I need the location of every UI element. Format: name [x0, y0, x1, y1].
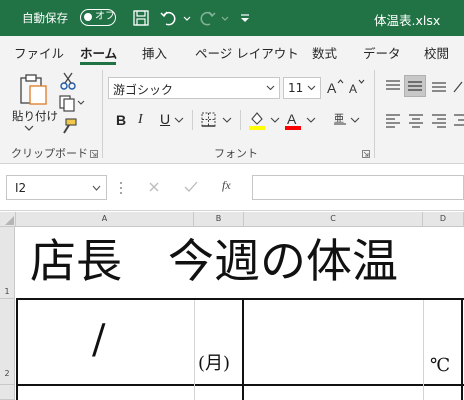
align-right-icon[interactable] [430, 112, 448, 128]
divider [240, 110, 241, 130]
formula-input[interactable] [252, 175, 464, 200]
phonetic-marks-icon [334, 123, 346, 125]
chevron-down-icon [307, 85, 316, 91]
svg-text:A: A [349, 82, 357, 96]
cell-a2[interactable]: / [92, 314, 105, 366]
autosave-state: オフ [95, 11, 115, 22]
increase-font-size-icon[interactable]: A [326, 78, 344, 96]
save-icon[interactable] [130, 7, 152, 29]
title-cell[interactable]: 店長 今週の体温 [30, 228, 398, 294]
orientation-icon[interactable] [452, 78, 464, 94]
cut-icon[interactable] [60, 72, 76, 90]
svg-text:A: A [287, 111, 297, 127]
decrease-font-size-icon[interactable]: A [348, 78, 366, 96]
svg-text:A: A [327, 80, 337, 96]
font-size-dropdown[interactable]: 11 [283, 77, 321, 99]
tab-insert[interactable]: 挿入 [142, 43, 167, 62]
format-painter-icon[interactable] [60, 118, 78, 134]
align-bottom-icon[interactable] [430, 78, 448, 94]
redo-icon [200, 11, 216, 26]
clipboard-launcher-icon[interactable] [90, 150, 98, 158]
formula-bar: I2 fx [0, 165, 464, 211]
gridline [423, 300, 424, 400]
tab-data[interactable]: データ [363, 43, 401, 62]
tab-page-layout[interactable]: ページ レイアウト [195, 43, 299, 62]
underline-dropdown-icon[interactable] [174, 116, 184, 124]
ribbon: 貼り付け クリップボード 游ゴシック 11 A A B I U A 亜 フォント [0, 66, 464, 164]
tab-home[interactable]: ホーム [80, 43, 117, 62]
tab-review[interactable]: 校閲 [424, 43, 449, 62]
name-box-value: I2 [15, 181, 27, 195]
font-group-label: フォント [214, 147, 258, 160]
group-separator [374, 70, 375, 158]
font-name-dropdown[interactable]: 游ゴシック [108, 77, 280, 99]
ribbon-tabs: ファイル ホーム 挿入 ページ レイアウト 数式 データ 校閲 [0, 36, 464, 66]
cell-border-left [16, 298, 18, 400]
group-separator [102, 70, 103, 158]
borders-dropdown-icon[interactable] [222, 116, 232, 124]
font-name-value: 游ゴシック [113, 83, 174, 97]
fill-color-swatch [249, 126, 265, 130]
paste-label[interactable]: 貼り付け [12, 108, 58, 124]
align-center-icon[interactable] [407, 112, 425, 128]
resize-handle-icon[interactable] [119, 181, 123, 195]
font-color-icon[interactable]: A [284, 110, 302, 130]
enter-icon[interactable] [184, 181, 198, 193]
toggle-knob [84, 13, 92, 21]
align-top-icon[interactable] [384, 78, 402, 94]
font-color-dropdown-icon[interactable] [306, 116, 316, 124]
fill-color-dropdown-icon[interactable] [270, 116, 280, 124]
divider [192, 110, 193, 130]
italic-button[interactable]: I [138, 112, 143, 128]
row-header-3[interactable] [0, 385, 15, 400]
align-left-icon[interactable] [384, 112, 402, 128]
cancel-icon[interactable] [148, 181, 160, 193]
clipboard-group-label: クリップボード [11, 147, 88, 160]
select-all-icon [5, 216, 14, 225]
row-header-1[interactable]: 1 [0, 227, 15, 299]
tab-formulas[interactable]: 数式 [312, 43, 337, 62]
align-middle-icon [408, 81, 422, 91]
bold-button[interactable]: B [116, 112, 126, 128]
column-header-b[interactable]: B [194, 212, 244, 227]
active-tab-indicator [80, 62, 116, 65]
copy-icon[interactable] [58, 94, 86, 112]
cell-b2[interactable]: (月) [198, 350, 230, 378]
column-header-a[interactable]: A [16, 212, 194, 227]
select-all-button[interactable] [0, 212, 16, 227]
cell-d2[interactable]: ℃ [430, 352, 450, 380]
gridline [194, 300, 195, 400]
underline-button[interactable]: U [160, 111, 170, 127]
paste-icon[interactable] [16, 72, 50, 106]
cell-border-right [461, 298, 463, 400]
fill-color-icon[interactable] [248, 110, 266, 130]
insert-function-button[interactable]: fx [222, 178, 231, 193]
chevron-down-icon [266, 85, 275, 91]
borders-icon[interactable] [200, 112, 218, 128]
row-header-2[interactable]: 2 [0, 299, 15, 385]
indent-icon[interactable] [452, 112, 464, 128]
tab-file[interactable]: ファイル [14, 43, 64, 62]
name-box[interactable]: I2 [6, 175, 107, 200]
title-bar: 自動保存 オフ 体温表.xlsx [0, 0, 464, 36]
phonetic-dropdown-icon[interactable] [350, 116, 360, 124]
font-color-swatch [285, 126, 301, 130]
undo-icon[interactable] [158, 7, 180, 29]
chevron-down-icon [92, 185, 101, 191]
column-header-d[interactable]: D [423, 212, 464, 227]
paste-dropdown-icon[interactable] [24, 124, 34, 132]
autosave-label: 自動保存 [22, 11, 68, 25]
customize-quick-access-icon[interactable] [234, 7, 256, 29]
font-size-value: 11 [288, 81, 304, 95]
column-header-c[interactable]: C [244, 212, 423, 227]
align-middle-button[interactable] [404, 75, 426, 97]
cell-c2[interactable] [244, 300, 423, 384]
font-launcher-icon[interactable] [362, 150, 370, 158]
autosave-toggle[interactable]: オフ [80, 9, 116, 26]
cell-border-bottom [16, 384, 464, 386]
file-name: 体温表.xlsx [374, 13, 441, 28]
